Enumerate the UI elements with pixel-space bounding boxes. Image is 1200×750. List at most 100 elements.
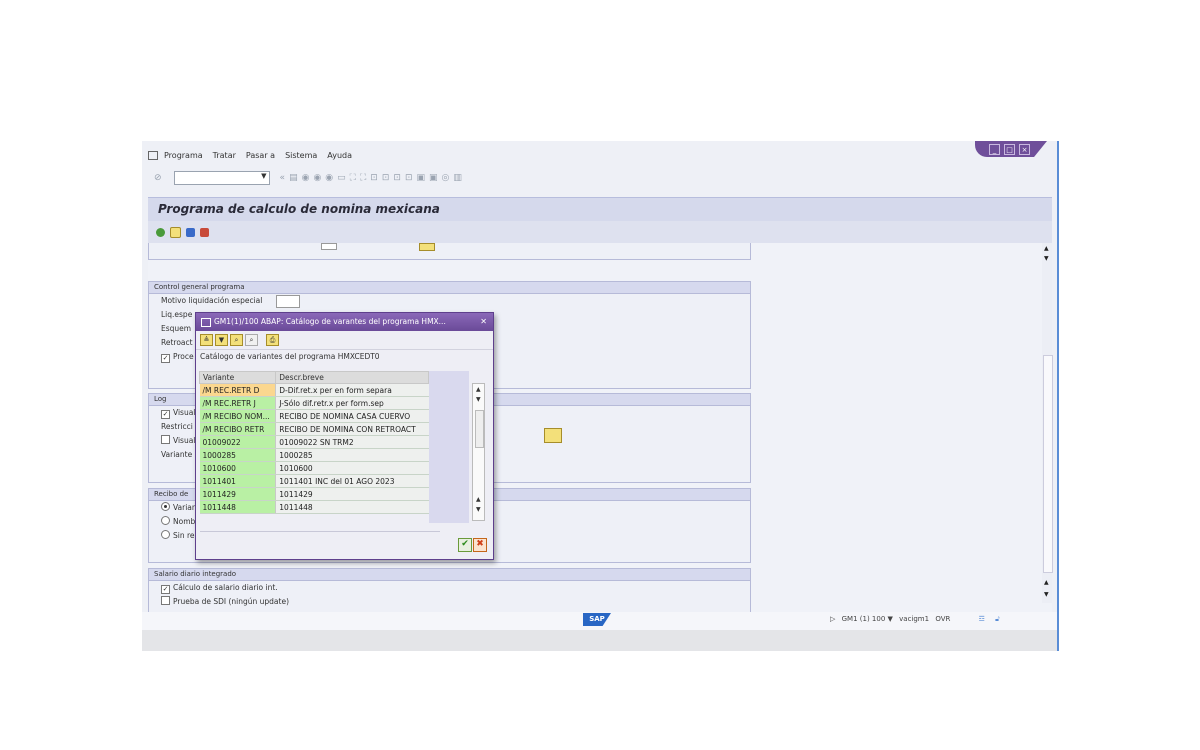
filter-icon[interactable]: ▼ xyxy=(215,334,228,346)
exit-icon[interactable]: ◉ xyxy=(313,173,321,183)
menu-icon[interactable] xyxy=(148,150,158,160)
print-icon[interactable]: ▭ xyxy=(337,173,346,183)
last-page-icon[interactable]: ⊡ xyxy=(405,173,413,183)
radio-button[interactable] xyxy=(161,516,170,525)
scroll-down-icon[interactable]: ▼ xyxy=(476,396,481,403)
scroll-thumb[interactable] xyxy=(1043,355,1053,573)
find-next-icon[interactable]: ⌕ xyxy=(245,334,258,346)
scroll-down-icon[interactable]: ▼ xyxy=(1044,255,1049,262)
checkbox[interactable] xyxy=(161,435,170,444)
vertical-scrollbar[interactable]: ▲ ▼ ▲ ▼ xyxy=(1042,243,1053,603)
cancel-icon[interactable]: ◉ xyxy=(325,173,333,183)
enter-icon[interactable]: ⊘ xyxy=(154,173,162,183)
checkbox[interactable] xyxy=(161,596,170,605)
column-header-descr[interactable]: Descr.breve xyxy=(275,371,429,384)
table-row[interactable]: 01009022 01009022 SN TRM2 xyxy=(199,435,429,449)
cancel-button[interactable]: ✖ xyxy=(473,538,487,552)
variant-desc[interactable]: RECIBO DE NOMINA CON RETROACT xyxy=(275,422,429,436)
variant-key[interactable]: /M REC.RETR D xyxy=(199,383,276,397)
table-row[interactable]: /M RECIBO NOM... RECIBO DE NOMINA CASA CU… xyxy=(199,409,429,423)
variant-key[interactable]: /M RECIBO RETR xyxy=(199,422,276,436)
variant-desc[interactable]: 1011429 xyxy=(275,487,429,501)
multiple-selection-icon[interactable] xyxy=(419,243,435,251)
checkbox[interactable]: ✓ xyxy=(161,410,170,419)
scroll-up-icon[interactable]: ▲ xyxy=(476,496,481,503)
chevron-down-icon[interactable]: ▼ xyxy=(261,172,266,180)
prev-page-icon[interactable]: ⊡ xyxy=(382,173,390,183)
menu-programa[interactable]: Programa xyxy=(164,151,203,160)
play-icon[interactable]: ▷ xyxy=(830,615,835,623)
radio-button[interactable] xyxy=(161,502,170,511)
close-icon[interactable]: ✕ xyxy=(480,313,487,331)
save-icon[interactable]: ▤ xyxy=(289,173,298,183)
radio-button[interactable] xyxy=(161,530,170,539)
table-scrollbar[interactable]: ▲ ▼ ▲ ▼ xyxy=(472,383,485,521)
execute-icon[interactable] xyxy=(156,227,165,237)
maximize-icon[interactable]: □ xyxy=(1004,143,1015,155)
variant-key[interactable]: /M REC.RETR J xyxy=(199,396,276,410)
layout-icon[interactable]: ☲ xyxy=(979,615,985,623)
variant-desc[interactable]: D-Dif.ret.x per en form separa xyxy=(275,383,429,397)
lock-icon[interactable]: 🔓︎ xyxy=(995,615,1000,623)
motivo-input[interactable] xyxy=(276,294,301,308)
table-row[interactable]: /M REC.RETR J J-Sólo dif.retr.x per form.… xyxy=(199,396,429,410)
column-header-variante[interactable]: Variante xyxy=(199,371,277,384)
info-icon[interactable] xyxy=(186,227,195,237)
variant-key[interactable]: 1000285 xyxy=(199,448,276,462)
variant-desc[interactable]: 01009022 SN TRM2 xyxy=(275,435,429,449)
table-row[interactable]: 1011448 1011448 xyxy=(199,500,429,514)
variant-key[interactable]: 01009022 xyxy=(199,435,276,449)
checkbox[interactable]: ✓ xyxy=(161,354,170,363)
layout-icon[interactable]: ▥ xyxy=(453,173,462,183)
variant-key[interactable]: 1011429 xyxy=(199,487,276,501)
variant-desc[interactable]: J-Sólo dif.retr.x per form.sep xyxy=(275,396,429,410)
new-session-icon[interactable]: ▣ xyxy=(416,173,425,183)
menu-sistema[interactable]: Sistema xyxy=(285,151,317,160)
menu-tratar[interactable]: Tratar xyxy=(213,151,236,160)
field-partial[interactable] xyxy=(321,243,337,250)
chevron-down-icon[interactable]: ▼ xyxy=(888,615,893,623)
shortcut-icon[interactable]: ▣ xyxy=(429,173,438,183)
close-icon[interactable]: × xyxy=(1019,143,1030,155)
table-row[interactable]: /M REC.RETR D D-Dif.ret.x per en form sep… xyxy=(199,383,429,397)
find-next-icon[interactable]: ⛶ xyxy=(360,173,366,183)
back-icon[interactable]: « xyxy=(280,173,286,183)
variant-key[interactable]: /M RECIBO NOM... xyxy=(199,409,276,423)
table-row[interactable]: 1000285 1000285 xyxy=(199,448,429,462)
table-row[interactable]: 1011429 1011429 xyxy=(199,487,429,501)
variant-key[interactable]: 1011401 xyxy=(199,474,276,488)
variant-desc[interactable]: RECIBO DE NOMINA CASA CUERVO xyxy=(275,409,429,423)
scroll-up-icon[interactable]: ▲ xyxy=(1044,245,1049,252)
table-row[interactable]: 1011401 1011401 INC del 01 AGO 2023 xyxy=(199,474,429,488)
variant-desc[interactable]: 1011401 INC del 01 AGO 2023 xyxy=(275,474,429,488)
menu-ayuda[interactable]: Ayuda xyxy=(327,151,352,160)
scroll-down-icon[interactable]: ▼ xyxy=(476,506,481,513)
variant-desc[interactable]: 1010600 xyxy=(275,461,429,475)
next-page-icon[interactable]: ⊡ xyxy=(393,173,401,183)
table-row[interactable]: /M RECIBO RETR RECIBO DE NOMINA CON RETRO… xyxy=(199,422,429,436)
multiple-selection-icon[interactable] xyxy=(544,428,562,443)
command-field[interactable]: ▼ xyxy=(173,171,270,185)
print-icon[interactable]: ⎙ xyxy=(266,334,279,346)
selection-options-icon[interactable] xyxy=(200,227,209,237)
scroll-up-icon[interactable]: ▲ xyxy=(476,386,481,393)
find-icon[interactable]: ⌕ xyxy=(230,334,243,346)
confirm-button[interactable]: ✔ xyxy=(458,538,472,552)
find-icon[interactable]: ⛶ xyxy=(350,173,356,183)
table-row[interactable]: 1010600 1010600 xyxy=(199,461,429,475)
scroll-down-icon[interactable]: ▼ xyxy=(1044,591,1049,598)
variant-desc[interactable]: 1011448 xyxy=(275,500,429,514)
sort-icon[interactable]: ≜ xyxy=(200,334,213,346)
back-nav-icon[interactable]: ◉ xyxy=(302,173,310,183)
get-variant-icon[interactable] xyxy=(170,226,181,238)
help-icon[interactable]: ◎ xyxy=(442,173,450,183)
minimize-icon[interactable]: _ xyxy=(989,143,1000,155)
system-id[interactable]: GM1 (1) 100 xyxy=(842,615,886,623)
menu-pasar-a[interactable]: Pasar a xyxy=(246,151,275,160)
first-page-icon[interactable]: ⊡ xyxy=(370,173,378,183)
variant-key[interactable]: 1011448 xyxy=(199,500,276,514)
variant-desc[interactable]: 1000285 xyxy=(275,448,429,462)
variant-key[interactable]: 1010600 xyxy=(199,461,276,475)
checkbox[interactable]: ✓ xyxy=(161,585,170,594)
scroll-up-icon[interactable]: ▲ xyxy=(1044,579,1049,586)
